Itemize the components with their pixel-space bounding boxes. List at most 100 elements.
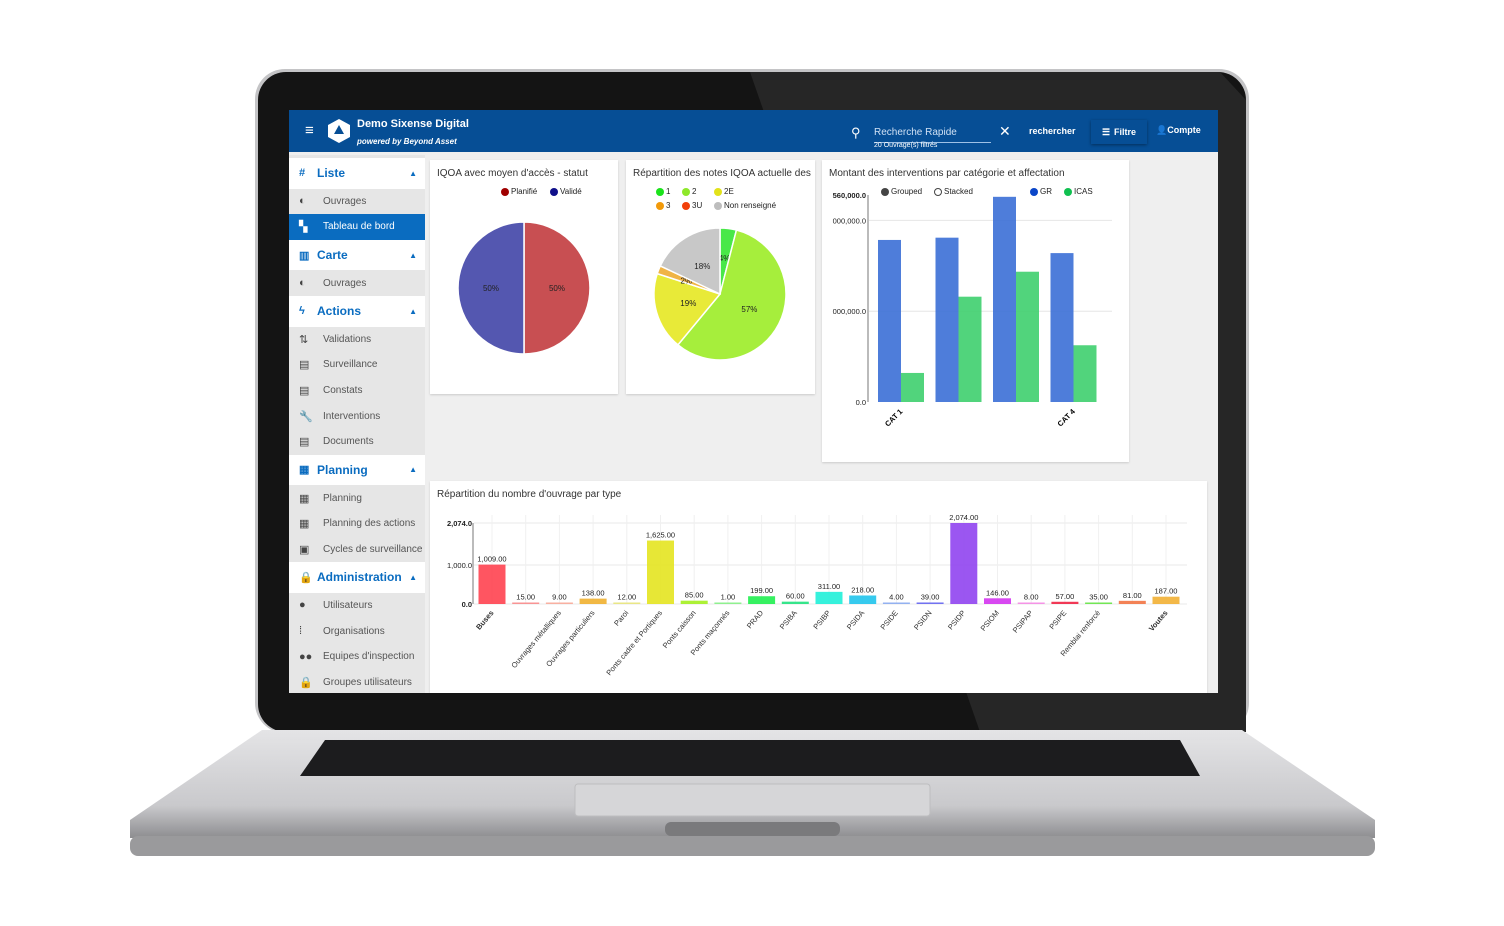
bar (950, 523, 978, 604)
sidebar-item[interactable]: ● Utilisateurs (289, 593, 425, 619)
sidebar-item[interactable]: ◐ Ouvrages (289, 189, 425, 215)
data-label: 1,009.00 (477, 555, 506, 564)
data-label: 60.00 (786, 592, 805, 601)
bolt-icon: ϟ (299, 305, 305, 318)
y-tick-label: 2,074.0 (447, 519, 472, 528)
filter-button[interactable]: ☰ Filtre (1091, 120, 1147, 144)
sidebar-item-label: Equipes d'inspection (323, 651, 415, 663)
card-notes-iqoa: Répartition des notes IQOA actuelle des … (626, 160, 815, 394)
bar (613, 602, 641, 604)
x-tick-label: PSIOM (979, 609, 1001, 633)
bar (647, 540, 674, 604)
slice-label: 50% (483, 284, 499, 293)
collapse-caret-icon[interactable]: ▲ (409, 251, 417, 260)
search-hint: 20 Ouvrage(s) filtrés (874, 142, 938, 149)
sidebar-item-label: Documents (323, 436, 374, 448)
sidebar-section-actions[interactable]: ϟ Actions ▲ (289, 295, 425, 327)
sidebar-item-label: Validations (323, 333, 372, 345)
menu-icon[interactable]: ≡ (305, 122, 314, 139)
forum-icon: ▤ (299, 359, 310, 372)
bar (545, 602, 573, 604)
section-label: Administration (317, 570, 402, 585)
x-tick-label: PSIPAP (1011, 609, 1035, 635)
hash-icon: # (299, 167, 306, 180)
calendar-icon: ▦ (299, 464, 310, 477)
collapse-caret-icon[interactable]: ▲ (409, 465, 417, 474)
sidebar-item[interactable]: ▤ Constats (289, 378, 425, 404)
bar (714, 602, 742, 604)
search-input[interactable]: Recherche Rapide (874, 122, 991, 143)
bar (748, 596, 776, 604)
bar (1118, 600, 1146, 604)
sidebar-item[interactable]: 🔧 Interventions (289, 403, 425, 429)
sidebar-item[interactable]: ●● Equipes d'inspection (289, 644, 425, 670)
sidebar-item[interactable]: ▤ Surveillance (289, 352, 425, 378)
sidebar-item[interactable]: 🔒 Groupes utilisateurs (289, 669, 425, 693)
sidebar-section-planning[interactable]: ▦ Planning ▲ (289, 454, 425, 486)
search-button[interactable]: rechercher (1029, 126, 1076, 136)
x-tick-label: Ponts caisson (661, 609, 698, 651)
sidebar-item[interactable]: ⁞ Organisations (289, 618, 425, 644)
sidebar-item-label: Interventions (323, 410, 381, 422)
bar (680, 600, 708, 604)
x-tick-label: CAT 4 (1056, 406, 1078, 428)
section-label: Liste (317, 166, 346, 181)
y-tick-label: 0.0 (856, 398, 866, 407)
x-tick-label: PSIDN (912, 609, 934, 632)
x-tick-label: PSIDA (845, 609, 866, 632)
sidebar-item[interactable]: ▚ Tableau de bord (289, 214, 425, 240)
note-icon: ▤ (299, 385, 310, 398)
bar (1085, 602, 1113, 604)
data-label: 39.00 (921, 592, 940, 601)
data-label: 1,625.00 (646, 531, 675, 540)
sidebar-item[interactable]: ▦ Planning (289, 485, 425, 511)
sidebar-section-liste[interactable]: # Liste ▲ (289, 158, 425, 189)
collapse-caret-icon[interactable]: ▲ (409, 307, 417, 316)
slice-label: 50% (549, 284, 565, 293)
collapse-caret-icon[interactable]: ▲ (409, 573, 417, 582)
bar-chart: 0.01,000.02,074.01,009.00Buses15.00 9.00O… (447, 513, 1187, 677)
account-button[interactable]: 👤Compte (1156, 125, 1201, 136)
collapse-caret-icon[interactable]: ▲ (409, 169, 417, 178)
y-tick-label: 000,000.0 (833, 216, 866, 225)
sidebar-item[interactable]: ◐ Ouvrages (289, 270, 425, 296)
data-label: 311.00 (818, 582, 840, 591)
sidebar-item[interactable]: ▤ Documents (289, 429, 425, 455)
x-tick-label: PSIDE (879, 609, 900, 632)
bar (1017, 602, 1045, 604)
wrench-icon: 🔧 (299, 410, 313, 423)
data-label: 218.00 (851, 585, 874, 594)
card-montant-interventions: Montant des interventions par catégorie … (822, 160, 1129, 462)
bar (815, 591, 843, 604)
data-label: 12.00 (617, 593, 636, 602)
sidebar-item[interactable]: ⇅ Validations (289, 327, 425, 353)
library-icon: ▤ (299, 436, 310, 449)
filter-icon: ☰ (1101, 126, 1111, 137)
card-iqoa-statut: IQOA avec moyen d'accès - statut Planifi… (430, 160, 618, 394)
sidebar-item[interactable]: ▣ Cycles de surveillance (289, 536, 425, 562)
lock-icon: 🔒 (299, 571, 313, 584)
app-title: Demo Sixense Digital (357, 118, 469, 130)
data-label: 199.00 (750, 586, 773, 595)
sidebar-item[interactable]: ▦ Planning des actions (289, 511, 425, 537)
data-label: 2,074.00 (949, 513, 978, 522)
bar (984, 598, 1011, 604)
slice-label: 57% (741, 305, 757, 314)
sidebar-section-administration[interactable]: 🔒 Administration ▲ (289, 562, 425, 593)
clear-search-icon[interactable]: ✕ (999, 123, 1011, 140)
y-tick-label: 560,000.0 (833, 191, 866, 200)
bar (1152, 596, 1180, 604)
sidebar-item-label: Ouvrages (323, 277, 367, 289)
bar (478, 564, 506, 604)
slice-label: 18% (694, 262, 710, 271)
sidebar-item-label: Planning (323, 492, 362, 504)
sidebar-section-carte[interactable]: ▥ Carte ▲ (289, 239, 425, 271)
grid-icon: ⁞ (299, 625, 303, 638)
data-label: 1.00 (721, 593, 736, 602)
sidebar-item-label: Constats (323, 385, 363, 397)
x-tick-label: Buses (474, 609, 495, 632)
sidebar-item-label: Planning des actions (323, 518, 416, 530)
bar (512, 602, 540, 604)
group-icon: ●● (299, 650, 313, 663)
y-tick-label: 000,000.0 (833, 307, 866, 316)
